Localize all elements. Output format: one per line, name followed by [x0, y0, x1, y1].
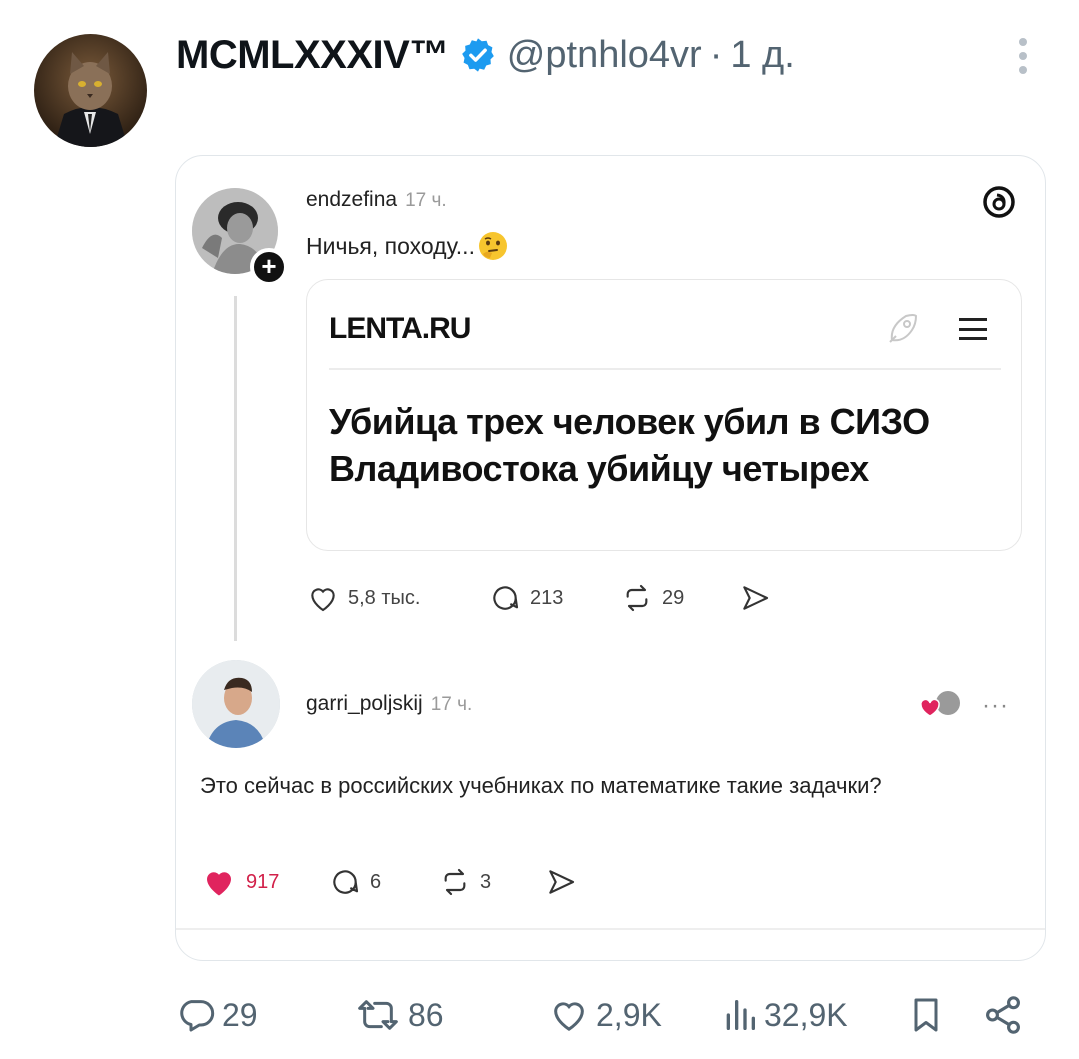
- reply-share-action: [544, 864, 586, 900]
- retweet-button[interactable]: 86: [354, 990, 444, 1040]
- thinking-face-icon: [478, 232, 507, 260]
- separator-dot: ·: [709, 33, 723, 76]
- repost-icon: [626, 584, 648, 612]
- retweet-count: 86: [408, 996, 444, 1033]
- media-bottom-divider: [176, 928, 1045, 930]
- bookmark-icon: [914, 998, 938, 1032]
- follow-plus-icon: +: [250, 248, 288, 286]
- threads-logo-icon: [983, 186, 1015, 218]
- heart-filled-icon: [207, 872, 231, 896]
- views-count: 32,9K: [764, 996, 848, 1033]
- reply-repost-action: 3: [438, 864, 491, 900]
- embedded-likes-count: 5,8 тыс.: [348, 586, 421, 609]
- embedded-post-time: 17 ч.: [405, 190, 447, 211]
- bookmark-button[interactable]: [906, 990, 952, 1040]
- reply-like-action: 917: [200, 864, 279, 900]
- menu-icon: [959, 318, 987, 340]
- heart-icon: [311, 588, 335, 612]
- like-button[interactable]: 2,9K: [548, 990, 662, 1040]
- author-display-name[interactable]: MCMLXXXIV™: [176, 33, 449, 78]
- like-icon: [554, 1002, 584, 1031]
- embedded-post-user: endzefina 17 ч.: [306, 188, 447, 212]
- news-source-logo: LENTA.RU: [329, 312, 471, 345]
- views-button[interactable]: 32,9K: [722, 990, 848, 1040]
- embedded-share-action: [738, 580, 780, 616]
- embedded-replies-count: 213: [530, 586, 564, 609]
- embedded-reposts-count: 29: [662, 586, 685, 609]
- repost-icon: [444, 868, 466, 896]
- reply-likes-count: 917: [246, 870, 280, 893]
- verified-badge-icon[interactable]: [459, 36, 497, 74]
- tweet-time[interactable]: 1 д.: [730, 34, 794, 77]
- thread-line: [234, 296, 237, 641]
- like-count: 2,9K: [596, 996, 662, 1033]
- embedded-repost-action: 29: [620, 580, 684, 616]
- reply-avatar: [192, 660, 280, 748]
- reply-text: Это сейчас в российских учебниках по мат…: [200, 773, 882, 798]
- send-icon: [549, 870, 575, 894]
- reply-count: 29: [222, 996, 258, 1033]
- tweet-header: MCMLXXXIV™ @ptnhlo4vr · 1 д.: [176, 30, 795, 80]
- reply-icon: [180, 1000, 215, 1032]
- reply-username: garri_poljskij: [306, 692, 423, 715]
- tweet-media[interactable]: + endzefina 17 ч. Ничья, походу... LENTA.…: [175, 155, 1046, 961]
- author-avatar[interactable]: [34, 34, 147, 147]
- reply-reposts-count: 3: [480, 870, 492, 893]
- rocket-icon: [889, 314, 918, 343]
- send-icon: [743, 586, 769, 610]
- reply-reply-action: 6: [328, 864, 381, 900]
- embedded-post-text: Ничья, походу...: [306, 232, 475, 259]
- views-icon: [726, 1000, 755, 1030]
- news-divider: [329, 368, 1001, 370]
- reply-more-icon: ···: [982, 692, 1009, 719]
- more-options-icon[interactable]: [1005, 36, 1041, 76]
- embedded-post-text-row: Ничья, походу...: [306, 230, 509, 262]
- retweet-icon: [358, 1000, 398, 1030]
- comment-icon: [333, 870, 359, 894]
- reply-replies-count: 6: [370, 870, 382, 893]
- reply-user: garri_poljskij 17 ч.: [306, 692, 472, 716]
- share-icon: [986, 996, 1020, 1034]
- news-headline: Убийца трех человек убил в СИЗО Владивос…: [329, 401, 930, 489]
- author-handle[interactable]: @ptnhlo4vr: [507, 34, 702, 77]
- news-card: LENTA.RU Убийца трех человек убил в СИЗО…: [306, 279, 1022, 551]
- liked-by-author-icon: [920, 689, 962, 717]
- embedded-like-action: 5,8 тыс.: [306, 580, 420, 616]
- reply-time: 17 ч.: [430, 694, 473, 715]
- reply-button[interactable]: 29: [176, 990, 258, 1040]
- comment-icon: [493, 586, 519, 610]
- engagement-bar: 29 86 2,9K 32,9K: [0, 990, 1079, 1040]
- embedded-post-username: endzefina: [306, 188, 398, 211]
- share-button[interactable]: [982, 990, 1030, 1040]
- embedded-reply-action: 213: [488, 580, 563, 616]
